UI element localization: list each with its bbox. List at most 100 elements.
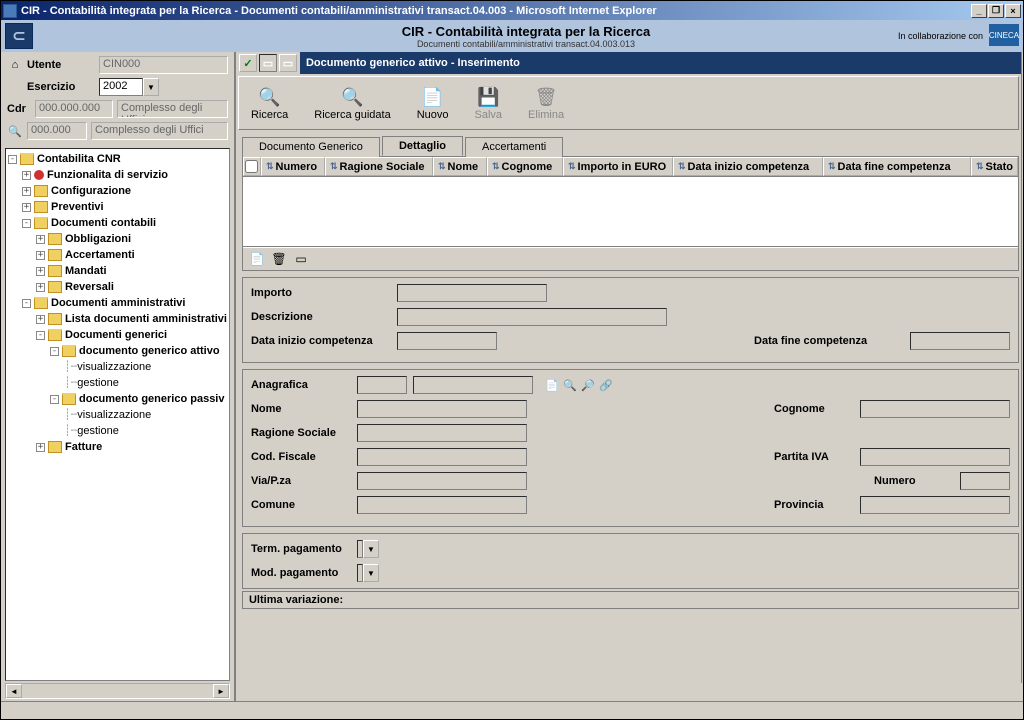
sort-icon: ⇅ (266, 161, 274, 172)
ricerca-guidata-button[interactable]: 🔍 Ricerca guidata (310, 84, 394, 123)
via-pza-field[interactable] (357, 472, 527, 490)
tree-item[interactable]: Documenti amministrativi (51, 295, 185, 311)
data-inizio-comp-field[interactable] (397, 332, 497, 350)
nome-label: Nome (251, 403, 351, 415)
importo-label: Importo (251, 287, 391, 299)
cineca-logo: CINECA (989, 24, 1019, 46)
tree-item[interactable]: Lista documenti amministrativi (65, 311, 227, 327)
tree-leaf[interactable]: gestione (77, 423, 119, 439)
close-button[interactable]: × (1005, 4, 1021, 18)
provincia-field[interactable] (860, 496, 1010, 514)
comune-field[interactable] (357, 496, 527, 514)
numero-field[interactable] (960, 472, 1010, 490)
tree-leaf[interactable]: gestione (77, 375, 119, 391)
grid-col-importo[interactable]: ⇅Importo in EURO (563, 157, 673, 176)
tree-leaf[interactable]: visualizzazione (77, 359, 151, 375)
ragione-sociale-label: Ragione Sociale (251, 427, 351, 439)
via-pza-label: Via/P.za (251, 475, 351, 487)
partita-iva-field[interactable] (860, 448, 1010, 466)
form-section-2: Anagrafica 📄 🔍 🔎 🔗 Nome Cognome (242, 369, 1019, 527)
grid-col-stato[interactable]: ⇅Stato (971, 157, 1018, 176)
header-btn-3[interactable]: ▭ (279, 54, 297, 72)
tree-item[interactable]: Fatture (65, 439, 102, 455)
tab-accertamenti[interactable]: Accertamenti (465, 137, 563, 157)
partita-iva-label: Partita IVA (774, 451, 854, 463)
cdr-code-field: 000.000.000 (35, 100, 113, 118)
mod-pagamento-label: Mod. pagamento (251, 567, 351, 579)
grid-body (243, 177, 1018, 247)
grid-col-data-fine[interactable]: ⇅Data fine competenza (823, 157, 971, 176)
cir-logo-icon: ⊂ (5, 23, 33, 49)
user-field: CIN000 (99, 56, 228, 74)
cod-fiscale-field[interactable] (357, 448, 527, 466)
ricerca-button[interactable]: 🔍 Ricerca (247, 83, 292, 123)
mod-pagamento-select[interactable]: ▼ (357, 564, 379, 582)
exercise-select[interactable]: 2002 (99, 78, 143, 96)
cdr-desc-field: Complesso degli Uffici (117, 100, 228, 118)
content-v-scrollbar[interactable]: ▲ (1021, 52, 1023, 683)
tree-item[interactable]: Accertamenti (65, 247, 135, 263)
new-anag-icon[interactable]: 📄 (545, 378, 559, 392)
tree-leaf[interactable]: visualizzazione (77, 407, 151, 423)
tree-item[interactable]: Documenti generici (65, 327, 167, 343)
tree-item[interactable]: Preventivi (51, 199, 104, 215)
tree-h-scrollbar[interactable]: ◄ ► (5, 683, 230, 699)
collab-label: In collaborazione con (898, 31, 983, 41)
ragione-sociale-field[interactable] (357, 424, 527, 442)
tree-item[interactable]: documento generico passiv (79, 391, 224, 407)
tree-item[interactable]: Mandati (65, 263, 107, 279)
grid-col-data-inizio[interactable]: ⇅Data inizio competenza (673, 157, 823, 176)
nome-field[interactable] (357, 400, 527, 418)
delete-row-icon[interactable]: 🗑 (271, 251, 287, 267)
term-pagamento-label: Term. pagamento (251, 543, 351, 555)
elimina-button: 🗑 Elimina (524, 83, 568, 123)
navigation-tree[interactable]: -Contabilita CNR +Funzionalita di serviz… (5, 148, 230, 681)
grid-col-nome[interactable]: ⇅Nome (433, 157, 487, 176)
link-anag-icon[interactable]: 🔗 (599, 378, 613, 392)
maximize-button[interactable]: ❐ (988, 4, 1004, 18)
header-btn-1[interactable]: ✓ (239, 54, 257, 72)
new-document-icon: 📄 (421, 85, 445, 109)
anagrafica-code-field[interactable] (357, 376, 407, 394)
grid-checkbox-header[interactable] (243, 157, 261, 176)
minimize-button[interactable]: _ (971, 4, 987, 18)
status-bar: Ultima variazione: (242, 591, 1019, 609)
binoculars-icon[interactable]: 🔍 (7, 125, 23, 138)
cognome-field[interactable] (860, 400, 1010, 418)
tree-item[interactable]: Reversali (65, 279, 114, 295)
data-fine-comp-field[interactable] (910, 332, 1010, 350)
grid-col-cognome[interactable]: ⇅Cognome (487, 157, 563, 176)
new-row-icon[interactable]: 📄 (249, 251, 265, 267)
tree-item[interactable]: Configurazione (51, 183, 131, 199)
tree-item[interactable]: Documenti contabili (51, 215, 156, 231)
sort-icon: ⇅ (976, 161, 984, 172)
select-all-checkbox[interactable] (245, 160, 258, 173)
tree-item[interactable]: Obbligazioni (65, 231, 131, 247)
header-btn-2[interactable]: ▭ (259, 54, 277, 72)
grid-toolbar: 📄 🗑 ▭ (243, 247, 1018, 270)
descrizione-field[interactable] (397, 308, 667, 326)
copy-row-icon[interactable]: ▭ (293, 251, 309, 267)
tree-item[interactable]: documento generico attivo (79, 343, 220, 359)
app-subtitle: Documenti contabili/amministrativi trans… (33, 39, 1019, 49)
chevron-down-icon[interactable]: ▼ (363, 564, 379, 582)
importo-field[interactable] (397, 284, 547, 302)
search-anag-icon[interactable]: 🔍 (563, 378, 577, 392)
grid-col-ragione[interactable]: ⇅Ragione Sociale (325, 157, 433, 176)
chevron-down-icon[interactable]: ▼ (363, 540, 379, 558)
tab-dettaglio[interactable]: Dettaglio (382, 136, 463, 156)
scroll-right-icon[interactable]: ► (213, 684, 229, 698)
scroll-left-icon[interactable]: ◄ (6, 684, 22, 698)
term-pagamento-select[interactable]: ▼ (357, 540, 379, 558)
cod-fiscale-label: Cod. Fiscale (251, 451, 351, 463)
anagrafica-desc-field[interactable] (413, 376, 533, 394)
tree-item[interactable]: Funzionalita di servizio (47, 167, 168, 183)
chevron-down-icon[interactable]: ▼ (143, 78, 159, 96)
grid-col-numero[interactable]: ⇅Numero (261, 157, 325, 176)
nuovo-button[interactable]: 📄 Nuovo (413, 83, 453, 123)
tree-root[interactable]: Contabilita CNR (37, 151, 121, 167)
provincia-label: Provincia (774, 499, 854, 511)
tab-documento-generico[interactable]: Documento Generico (242, 137, 380, 157)
search-guided-anag-icon[interactable]: 🔎 (581, 378, 595, 392)
anagrafica-label: Anagrafica (251, 379, 351, 391)
